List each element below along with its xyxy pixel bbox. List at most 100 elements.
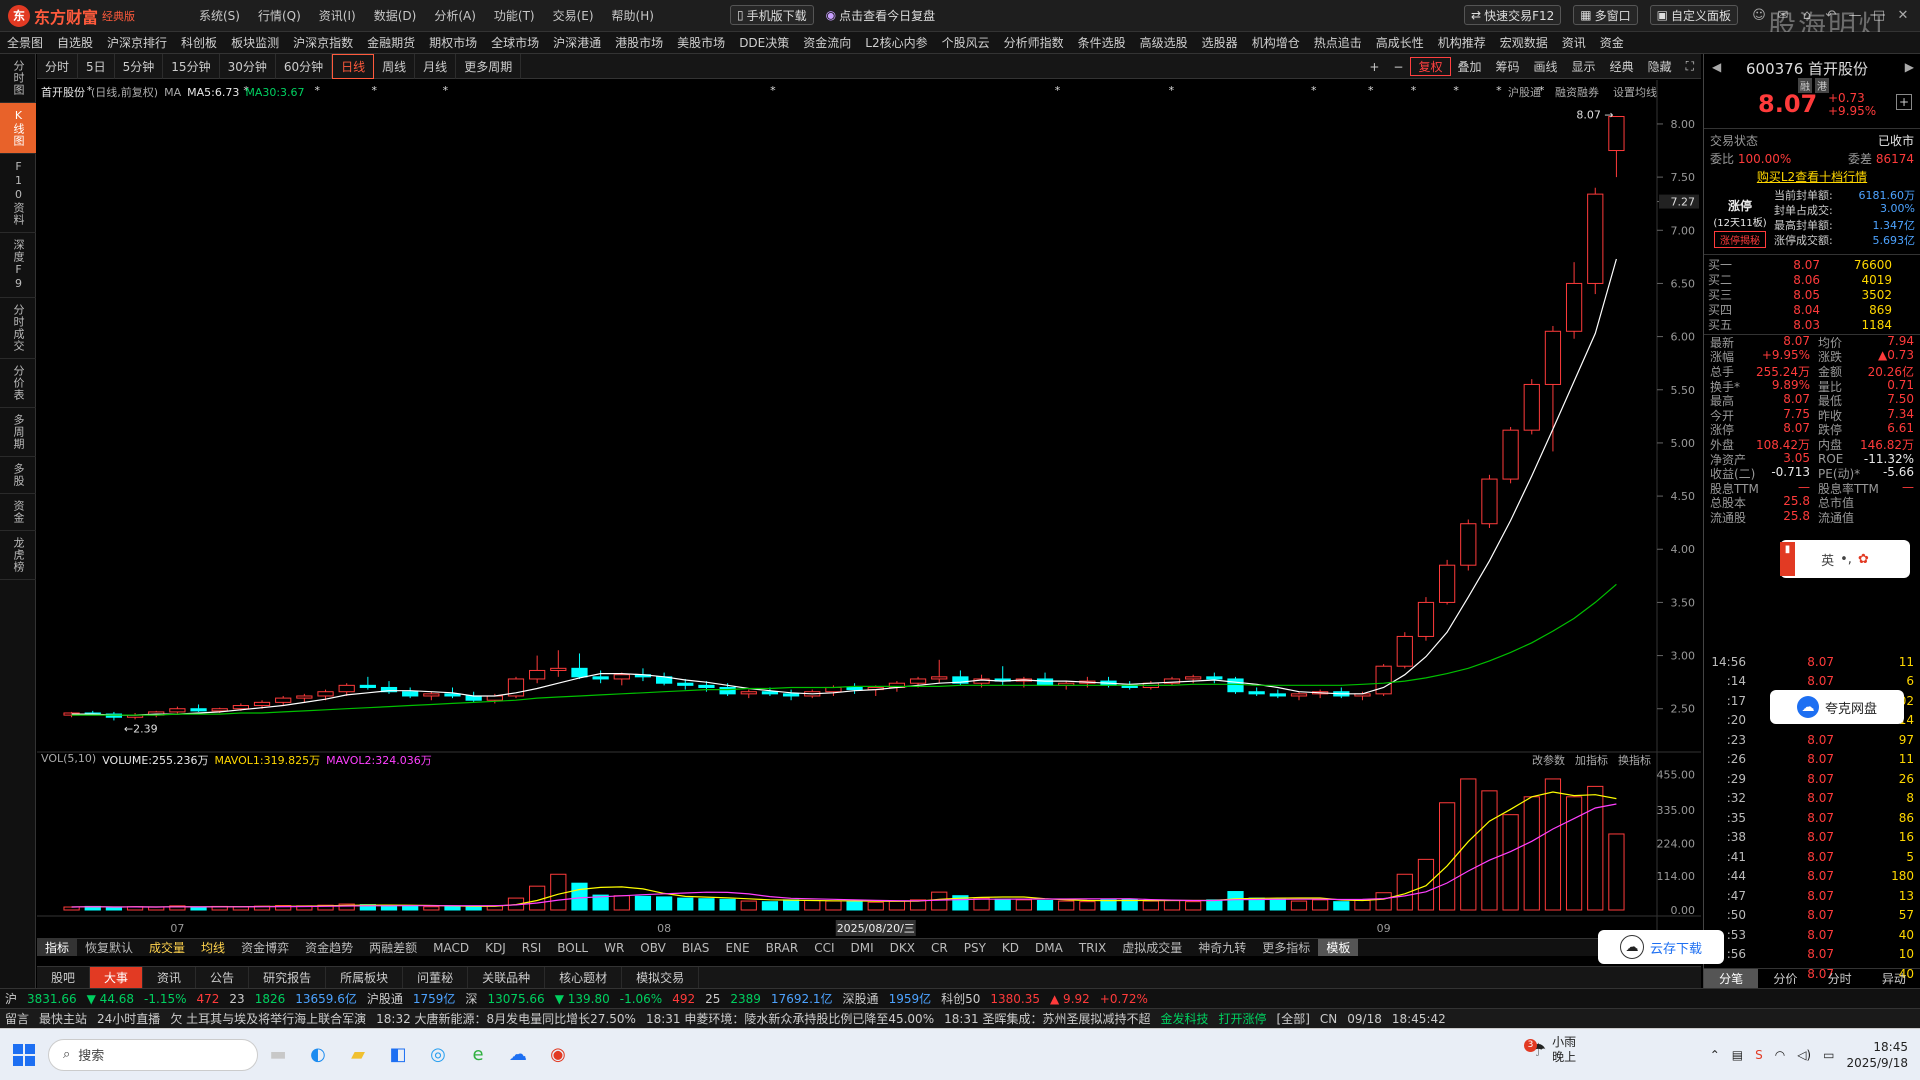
review-button[interactable]: ◉ 点击查看今日复盘 — [820, 5, 942, 25]
nav-item[interactable]: 科创板 — [174, 34, 224, 51]
chart-link[interactable]: 沪股通 — [1508, 84, 1541, 100]
bottom-tab[interactable]: 所属板块 — [326, 966, 404, 989]
indicator-tab[interactable]: DMI — [843, 941, 882, 955]
tray-app-icon[interactable]: ▤ — [1732, 1048, 1743, 1062]
nav-item[interactable]: 条件选股 — [1071, 34, 1133, 51]
left-rail-tab[interactable]: 多股 — [0, 457, 36, 494]
indicator-tab[interactable]: 两融差额 — [361, 939, 425, 956]
nav-item[interactable]: 沪深京排行 — [100, 34, 174, 51]
news-item[interactable]: [全部] — [1272, 1010, 1315, 1027]
menu-item[interactable]: 行情(Q) — [249, 7, 310, 24]
nav-item[interactable]: 自选股 — [50, 34, 100, 51]
nav-item[interactable]: 个股风云 — [935, 34, 997, 51]
multi-window-button[interactable]: ▦ 多窗口 — [1573, 5, 1638, 25]
left-rail-tab[interactable]: 多周期 — [0, 408, 36, 457]
tray-expand-icon[interactable]: ⌃ — [1710, 1048, 1720, 1062]
close-icon[interactable]: ✕ — [1894, 6, 1912, 24]
indicator-tab[interactable]: ENE — [717, 941, 757, 955]
indicator-tab[interactable]: 指标 — [37, 939, 78, 956]
nav-item[interactable]: 高成长性 — [1369, 34, 1431, 51]
indicator-tab[interactable]: 虚拟成交量 — [1114, 939, 1190, 956]
fast-trade-button[interactable]: ⇄ 快速交易F12 — [1464, 5, 1562, 25]
period-tab[interactable]: 日线 — [332, 53, 375, 79]
volume-icon[interactable]: ◁) — [1797, 1048, 1811, 1062]
indicator-tab[interactable]: WR — [596, 941, 632, 955]
cloud-app-icon[interactable]: ☁ — [498, 1035, 538, 1075]
news-item[interactable]: 打开涨停 — [1214, 1010, 1272, 1027]
volume-control[interactable]: 改参数 — [1532, 752, 1565, 768]
indicator-tab[interactable]: BRAR — [758, 941, 807, 955]
nav-item[interactable]: 机构推荐 — [1431, 34, 1493, 51]
news-item[interactable]: 金发科技 — [1156, 1010, 1214, 1027]
bottom-tab[interactable]: 公告 — [196, 966, 250, 989]
show-button[interactable]: 显示 — [1565, 58, 1603, 75]
nav-item[interactable]: 期权市场 — [422, 34, 484, 51]
news-item[interactable]: 09/18 — [1342, 1012, 1387, 1026]
clock[interactable]: 18:45 2025/9/18 — [1846, 1039, 1908, 1071]
news-item[interactable]: 留言 — [0, 1010, 34, 1027]
indicator-tab[interactable]: 均线 — [193, 939, 233, 956]
folder-icon[interactable]: ▰ — [338, 1035, 378, 1075]
battery-icon[interactable]: ▭ — [1823, 1048, 1834, 1062]
volume-control[interactable]: 加指标 — [1575, 752, 1608, 768]
volume-control[interactable]: 换指标 — [1618, 752, 1651, 768]
period-tab[interactable]: 60分钟 — [276, 53, 333, 79]
bottom-tab[interactable]: 大事 — [90, 966, 144, 989]
chart-link[interactable]: 设置均线 — [1613, 84, 1657, 100]
left-rail-tab[interactable]: 资金 — [0, 494, 36, 531]
ime-popup[interactable]: ▮ 英 •, ✿ — [1780, 540, 1910, 578]
fullscreen-icon[interactable]: ⛶ — [1679, 59, 1701, 74]
indicator-tab[interactable]: BIAS — [674, 941, 718, 955]
indicator-tab[interactable]: DMA — [1027, 941, 1071, 955]
indicator-tab[interactable]: DKX — [882, 941, 923, 955]
classic-button[interactable]: 经典 — [1603, 58, 1641, 75]
period-tab[interactable]: 周线 — [374, 53, 416, 79]
news-item[interactable]: 18:32 大唐新能源：8月发电量同比增长27.50% — [371, 1010, 641, 1027]
cloud-download-popup[interactable]: ☁ 云存下载 — [1598, 930, 1724, 964]
indicator-tab[interactable]: KD — [994, 941, 1027, 955]
edge-icon[interactable]: ◐ — [298, 1035, 338, 1075]
indicator-tab[interactable]: MACD — [425, 941, 477, 955]
nav-item[interactable]: 全景图 — [0, 34, 50, 51]
indicator-tab[interactable]: CCI — [806, 941, 842, 955]
next-stock-icon[interactable]: ▶ — [1905, 60, 1914, 74]
l2-link[interactable]: 购买L2查看十档行情 — [1757, 168, 1867, 185]
taskview-icon[interactable]: ▬ — [258, 1035, 298, 1075]
indicator-tab[interactable]: BOLL — [549, 941, 596, 955]
bottom-tab[interactable]: 核心题材 — [545, 966, 623, 989]
taskbar-search[interactable]: ⌕ 搜索 — [48, 1038, 258, 1071]
left-rail-tab[interactable]: 分时图 — [0, 54, 36, 103]
menu-item[interactable]: 数据(D) — [365, 7, 426, 24]
period-tab[interactable]: 15分钟 — [163, 53, 220, 79]
menu-item[interactable]: 分析(A) — [425, 7, 485, 24]
period-tab[interactable]: 分时 — [37, 53, 79, 79]
bottom-tab[interactable]: 资讯 — [143, 966, 197, 989]
indicator-tab[interactable]: 资金博弈 — [233, 939, 297, 956]
quote-tab[interactable]: 分价 — [1758, 969, 1812, 988]
period-tab[interactable]: 更多周期 — [456, 53, 522, 79]
nav-item[interactable]: L2核心内参 — [858, 34, 934, 51]
news-item[interactable]: 最快主站 — [34, 1010, 92, 1027]
period-tab[interactable]: 5日 — [78, 53, 115, 79]
fq-button[interactable]: 复权 — [1410, 57, 1451, 76]
custom-panel-button[interactable]: ▣ 自定义面板 — [1649, 5, 1738, 25]
menu-item[interactable]: 交易(E) — [544, 7, 603, 24]
menu-item[interactable]: 帮助(H) — [603, 7, 663, 24]
bottom-tab[interactable]: 股吧 — [37, 966, 91, 989]
limit-reveal-button[interactable]: 涨停揭秘 — [1714, 231, 1766, 248]
chart-link[interactable]: 融资融券 — [1555, 84, 1599, 100]
draw-button[interactable]: 画线 — [1527, 58, 1565, 75]
quark-popup[interactable]: ☁ 夸克网盘 — [1770, 690, 1904, 724]
bottom-tab[interactable]: 问董秘 — [403, 966, 469, 989]
indicator-tab[interactable]: RSI — [514, 941, 550, 955]
indicator-tab[interactable]: 神奇九转 — [1190, 939, 1254, 956]
indicator-tab[interactable]: CR — [923, 941, 956, 955]
nav-item[interactable]: 沪深京指数 — [286, 34, 360, 51]
indicator-tab[interactable]: PSY — [956, 941, 994, 955]
indicator-tab[interactable]: OBV — [632, 941, 674, 955]
period-tab[interactable]: 月线 — [415, 53, 457, 79]
left-rail-tab[interactable]: K线图 — [0, 103, 36, 154]
news-item[interactable]: 24小时直播 — [92, 1010, 165, 1027]
nav-item[interactable]: 机构增仓 — [1245, 34, 1307, 51]
overlay-button[interactable]: 叠加 — [1451, 58, 1489, 75]
